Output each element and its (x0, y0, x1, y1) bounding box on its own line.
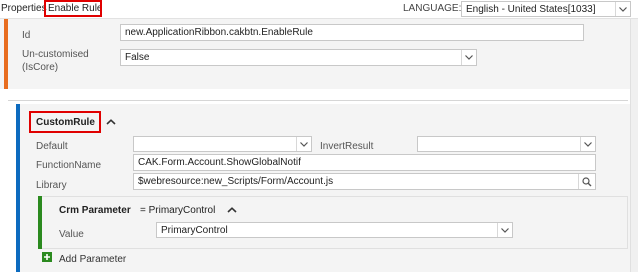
search-icon[interactable] (578, 174, 595, 189)
library-label: Library (36, 180, 67, 191)
chevron-down-icon (497, 223, 512, 237)
crm-value: PrimaryControl (161, 225, 228, 236)
id-label: Id (22, 30, 31, 41)
add-parameter-icon[interactable] (42, 252, 52, 262)
default-label: Default (36, 141, 68, 152)
id-value: new.ApplicationRibbon.cakbtn.EnableRule (125, 27, 313, 38)
crm-parameter-accent (38, 196, 42, 249)
properties-label: Properties (1, 3, 47, 14)
language-value: English - United States[1033] (466, 4, 596, 15)
title-highlight (44, 0, 102, 17)
id-field[interactable]: new.ApplicationRibbon.cakbtn.EnableRule (120, 24, 584, 41)
uncustomised-select[interactable]: False (120, 49, 477, 66)
section-separator (8, 100, 628, 101)
crm-value-select[interactable]: PrimaryControl (156, 222, 513, 238)
scrollbar[interactable] (630, 19, 638, 272)
crm-parameter-subtitle: = PrimaryControl (140, 205, 216, 216)
crm-parameter-collapse-icon[interactable] (227, 207, 237, 213)
chevron-down-icon (615, 2, 630, 16)
invert-result-select[interactable] (417, 136, 596, 152)
library-field[interactable]: $webresource:new_Scripts/Form/Account.js (133, 173, 596, 190)
crm-parameter-title: Crm Parameter (59, 205, 131, 216)
iscore-label: (IsCore) (22, 62, 59, 73)
collapse-chevron-up-icon[interactable] (106, 119, 116, 125)
chevron-down-icon (580, 137, 595, 151)
language-label: LANGUAGE: (403, 3, 462, 14)
crm-value-label: Value (59, 229, 84, 240)
custom-rule-accent (16, 104, 20, 272)
language-select[interactable]: English - United States[1033] (461, 1, 631, 17)
add-parameter-label[interactable]: Add Parameter (59, 254, 126, 265)
library-value: $webresource:new_Scripts/Form/Account.js (138, 176, 334, 187)
chevron-down-icon (296, 137, 311, 151)
general-section-accent (4, 19, 8, 89)
uncustomised-value: False (125, 52, 150, 63)
chevron-down-icon (461, 50, 476, 65)
custom-rule-highlight (29, 111, 101, 133)
invert-result-label: InvertResult (320, 141, 374, 152)
function-name-field[interactable]: CAK.Form.Account.ShowGlobalNotif (133, 154, 596, 171)
default-select[interactable] (133, 136, 312, 152)
function-name-value: CAK.Form.Account.ShowGlobalNotif (138, 157, 301, 168)
uncustomised-label: Un-customised (22, 49, 89, 60)
function-name-label: FunctionName (36, 160, 102, 171)
